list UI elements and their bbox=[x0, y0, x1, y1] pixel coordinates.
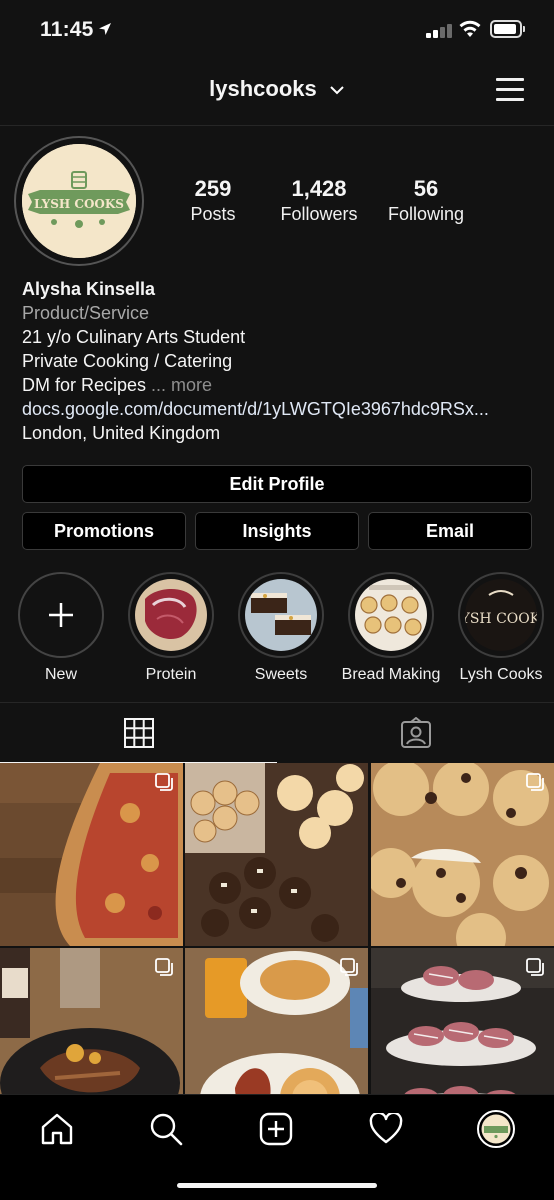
profile-stats: 259 Posts 1,428 Followers 56 Following bbox=[160, 176, 530, 232]
tab-grid[interactable] bbox=[0, 703, 277, 763]
post-tile[interactable] bbox=[185, 763, 368, 946]
highlight-label: Bread Making bbox=[341, 666, 441, 683]
highlight-protein[interactable]: Protein bbox=[127, 572, 215, 684]
bio-location: London, United Kingdom bbox=[22, 423, 221, 443]
insights-button[interactable]: Insights bbox=[195, 512, 359, 550]
bio-line: DM for Recipes bbox=[22, 375, 147, 395]
tab-tagged[interactable] bbox=[277, 703, 554, 763]
highlight-lysh-cooks[interactable]: LYSH COOKS Lysh Cooks bbox=[457, 572, 545, 684]
status-time: 11:45 bbox=[40, 18, 112, 42]
highlight-bread-making[interactable]: Bread Making bbox=[342, 572, 440, 684]
profile-avatar[interactable]: LYSH COOKS bbox=[14, 136, 144, 266]
battery-icon bbox=[490, 20, 525, 38]
logo-text: LYSH COOKS bbox=[465, 611, 537, 627]
username: lyshcooks bbox=[209, 76, 317, 101]
followers-label: Followers bbox=[280, 204, 358, 224]
tagged-icon bbox=[400, 717, 431, 748]
bio-line: 21 y/o Culinary Arts Student bbox=[22, 327, 246, 347]
logo-text: LYSH COOKS bbox=[34, 197, 124, 211]
menu-icon[interactable] bbox=[496, 76, 524, 102]
highlight-cover-logo: LYSH COOKS bbox=[465, 579, 537, 651]
home-icon[interactable] bbox=[37, 1109, 77, 1149]
profile-avatar-tab[interactable] bbox=[476, 1109, 516, 1149]
multiple-posts-icon bbox=[526, 773, 544, 791]
home-indicator bbox=[177, 1183, 377, 1188]
highlight-label: Sweets bbox=[254, 666, 308, 683]
multiple-posts-icon bbox=[155, 773, 173, 791]
new-post-icon[interactable] bbox=[256, 1109, 296, 1149]
cellular-signal-icon bbox=[426, 24, 452, 38]
account-switcher[interactable]: lyshcooks bbox=[0, 76, 554, 102]
stat-posts[interactable]: 259 Posts bbox=[158, 176, 268, 226]
posts-count: 259 bbox=[194, 176, 232, 201]
wifi-icon bbox=[458, 18, 482, 40]
profile-header: lyshcooks bbox=[0, 62, 554, 126]
chevron-down-icon bbox=[330, 86, 344, 95]
post-tile[interactable] bbox=[0, 763, 183, 946]
highlight-label: Protein bbox=[145, 666, 197, 683]
status-bar: 11:45 bbox=[0, 0, 554, 62]
profile-bio: Alysha Kinsella Product/Service 21 y/o C… bbox=[22, 277, 542, 445]
following-count: 56 bbox=[413, 176, 439, 201]
stat-following[interactable]: 56 Following bbox=[371, 176, 481, 226]
highlight-new[interactable]: New bbox=[17, 572, 105, 684]
category-label: Product/Service bbox=[22, 303, 150, 323]
bio-line: Private Cooking / Catering bbox=[22, 351, 233, 371]
lysh-cooks-logo: LYSH COOKS bbox=[22, 144, 136, 258]
bio-website-link[interactable]: docs.google.com/document/d/1yLWGTQIe3967… bbox=[22, 397, 542, 421]
email-button[interactable]: Email bbox=[368, 512, 532, 550]
activity-heart-icon[interactable] bbox=[366, 1109, 406, 1149]
display-name: Alysha Kinsella bbox=[22, 279, 156, 299]
multiple-posts-icon bbox=[526, 958, 544, 976]
grid-icon bbox=[123, 717, 154, 748]
followers-count: 1,428 bbox=[291, 176, 347, 201]
bio-more-link[interactable]: ... more bbox=[151, 375, 212, 395]
plus-icon bbox=[49, 603, 73, 627]
multiple-posts-icon bbox=[155, 958, 173, 976]
multiple-posts-icon bbox=[340, 958, 358, 976]
bottom-navigation bbox=[0, 1094, 554, 1200]
edit-profile-button[interactable]: Edit Profile bbox=[22, 465, 532, 503]
profile-tabs bbox=[0, 702, 554, 763]
post-tile[interactable] bbox=[371, 763, 554, 946]
posts-label: Posts bbox=[190, 204, 236, 224]
highlight-cover-dessert-bars bbox=[245, 579, 317, 651]
following-label: Following bbox=[387, 204, 465, 224]
promotions-button[interactable]: Promotions bbox=[22, 512, 186, 550]
highlight-cover-rolls bbox=[355, 579, 427, 651]
highlight-cover-steak bbox=[135, 579, 207, 651]
location-arrow-icon bbox=[98, 22, 112, 41]
highlight-sweets[interactable]: Sweets bbox=[237, 572, 325, 684]
search-icon[interactable] bbox=[146, 1109, 186, 1149]
stat-followers[interactable]: 1,428 Followers bbox=[264, 176, 374, 226]
highlight-label: Lysh Cooks bbox=[459, 666, 543, 683]
